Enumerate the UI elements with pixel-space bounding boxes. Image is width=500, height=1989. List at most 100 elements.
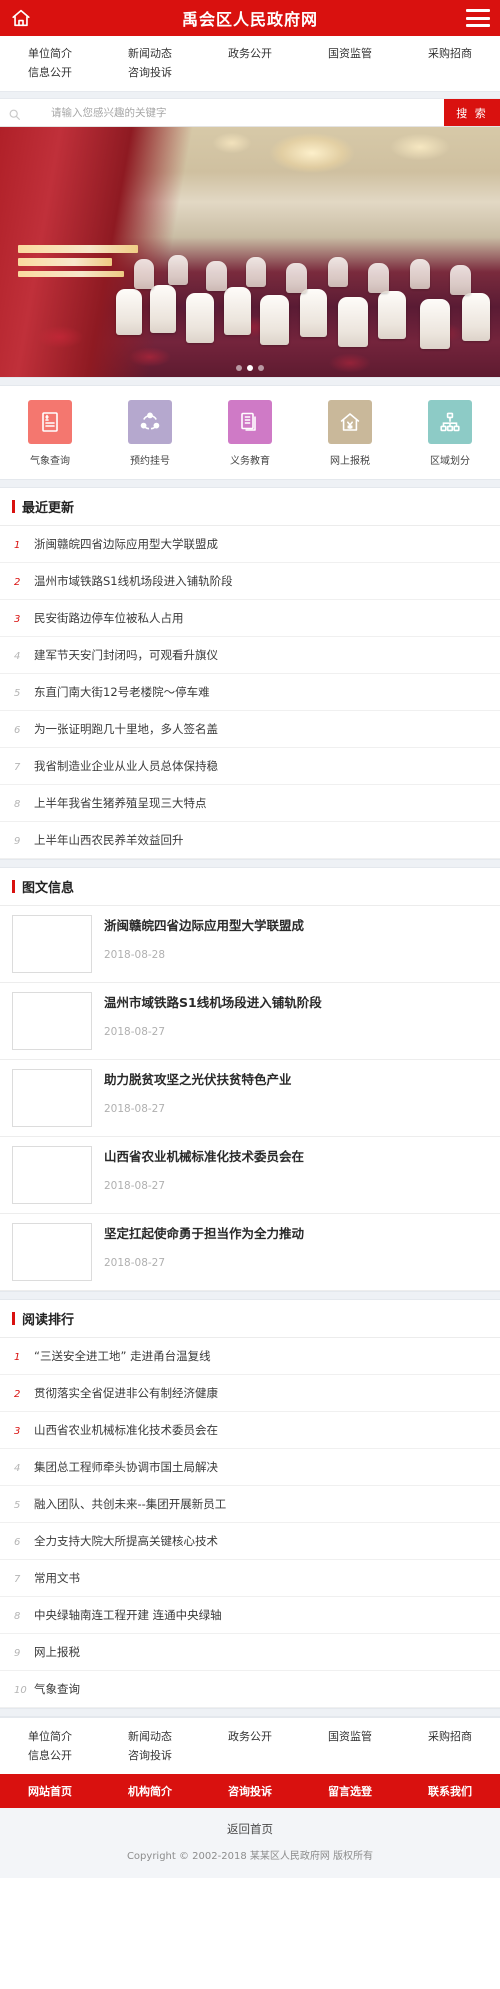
list-item[interactable]: 6 全力支持大院大所提高关键核心技术 <box>0 1523 500 1560</box>
list-item[interactable]: 浙闽赣皖四省边际应用型大学联盟成 2018-08-28 <box>0 906 500 983</box>
item-title: 气象查询 <box>34 1682 80 1696</box>
list-item[interactable]: 山西省农业机械标准化技术委员会在 2018-08-27 <box>0 1137 500 1214</box>
quicklink-label: 区域划分 <box>430 456 470 467</box>
item-title: 为一张证明跑几十里地，多人签名盖 <box>34 722 218 736</box>
section-separator <box>0 1708 500 1717</box>
quick-links-grid: 气象查询 预约挂号 义务教育 网上报税 区域划分 <box>0 386 500 479</box>
item-title: 我省制造业企业从业人员总体保持稳 <box>34 759 218 773</box>
weather-report-icon <box>28 400 72 444</box>
list-item[interactable]: 3 民安街路边停车位被私人占用 <box>0 600 500 637</box>
list-item[interactable]: 1 浙闽赣皖四省边际应用型大学联盟成 <box>0 526 500 563</box>
list-item[interactable]: 7 我省制造业企业从业人员总体保持稳 <box>0 748 500 785</box>
quicklink-label: 义务教育 <box>230 456 270 467</box>
footer-link-org-intro[interactable]: 机构简介 <box>100 1783 200 1799</box>
item-title: 融入团队、共创未来--集团开展新员工 <box>34 1497 227 1511</box>
footer-nav-item-guozijianguan[interactable]: 国资监管 <box>300 1727 400 1746</box>
item-rank: 6 <box>14 1537 21 1548</box>
footer-nav-item-xinxigongkai[interactable]: 信息公开 <box>0 1746 100 1765</box>
list-item[interactable]: 2 贯彻落实全省促进非公有制经济健康 <box>0 1375 500 1412</box>
list-item[interactable]: 2 温州市域铁路S1线机场段进入铺轨阶段 <box>0 563 500 600</box>
carousel-dot[interactable] <box>258 365 264 371</box>
section-separator <box>0 479 500 488</box>
nav-item-danweijianjie[interactable]: 单位简介 <box>0 44 100 63</box>
site-header: 禹会区人民政府网 <box>0 0 500 36</box>
list-item[interactable]: 4 建军节天安门封闭吗，可观看升旗仪 <box>0 637 500 674</box>
nav-item-zixuntousu[interactable]: 咨询投诉 <box>100 63 200 82</box>
list-item[interactable]: 温州市域铁路S1线机场段进入铺轨阶段 2018-08-27 <box>0 983 500 1060</box>
reading-rank-list: 1 “三送安全进工地” 走进甬台温复线 2 贯彻落实全省促进非公有制经济健康 3… <box>0 1338 500 1708</box>
search-input[interactable] <box>21 106 444 119</box>
section-title: 阅读排行 <box>22 1313 75 1328</box>
list-item[interactable]: 6 为一张证明跑几十里地，多人签名盖 <box>0 711 500 748</box>
nav-item-zhengwugongkai[interactable]: 政务公开 <box>200 44 300 63</box>
item-rank: 2 <box>14 1389 21 1400</box>
item-rank: 4 <box>14 651 21 662</box>
quicklink-weather-query[interactable]: 气象查询 <box>0 400 100 467</box>
item-date: 2018-08-27 <box>104 1257 166 1269</box>
footer-nav-item-zhengwugongkai[interactable]: 政务公开 <box>200 1727 300 1746</box>
section-accent-bar <box>12 500 15 513</box>
nav-item-xinwendongtai[interactable]: 新闻动态 <box>100 44 200 63</box>
item-rank: 7 <box>14 1574 21 1585</box>
section-accent-bar <box>12 880 15 893</box>
hamburger-menu-icon[interactable] <box>466 9 490 27</box>
search-button[interactable]: 搜 索 <box>444 99 500 126</box>
list-item[interactable]: 4 集团总工程师牵头协调市国土局解决 <box>0 1449 500 1486</box>
footer-link-message-board[interactable]: 留言选登 <box>300 1783 400 1799</box>
list-item[interactable]: 7 常用文书 <box>0 1560 500 1597</box>
footer-nav-item-xinwendongtai[interactable]: 新闻动态 <box>100 1727 200 1746</box>
item-rank: 4 <box>14 1463 21 1474</box>
footer-nav-item-danweijianjie[interactable]: 单位简介 <box>0 1727 100 1746</box>
quicklink-appointment-registration[interactable]: 预约挂号 <box>100 400 200 467</box>
list-item[interactable]: 坚定扛起使命勇于担当作为全力推动 2018-08-27 <box>0 1214 500 1291</box>
item-title: 建军节天安门封闭吗，可观看升旗仪 <box>34 648 218 662</box>
quicklink-region-division[interactable]: 区域划分 <box>400 400 500 467</box>
list-item[interactable]: 5 东直门南大街12号老楼院～停车难 <box>0 674 500 711</box>
quicklink-compulsory-education[interactable]: 义务教育 <box>200 400 300 467</box>
carousel-dot-active[interactable] <box>247 365 253 371</box>
item-title: 上半年我省生猪养殖呈现三大特点 <box>34 796 207 810</box>
nav-item-guozijianguan[interactable]: 国资监管 <box>300 44 400 63</box>
nav-divider <box>0 91 500 99</box>
item-title: 全力支持大院大所提高关键核心技术 <box>34 1534 218 1548</box>
item-title: 助力脱贫攻坚之光伏扶贫特色产业 <box>104 1072 292 1087</box>
list-item[interactable]: 10 气象查询 <box>0 1671 500 1708</box>
home-icon[interactable] <box>10 7 32 29</box>
footer-link-home[interactable]: 网站首页 <box>0 1783 100 1799</box>
section-accent-bar <box>12 1312 15 1325</box>
item-title: 山西省农业机械标准化技术委员会在 <box>34 1423 218 1437</box>
copyright-text: Copyright © 2002-2018 某某区人民政府网 版权所有 <box>126 1851 374 1862</box>
quicklink-online-tax[interactable]: 网上报税 <box>300 400 400 467</box>
back-to-home-link[interactable]: 返回首页 <box>0 1821 500 1837</box>
list-item[interactable]: 3 山西省农业机械标准化技术委员会在 <box>0 1412 500 1449</box>
list-item[interactable]: 8 中央绿轴南连工程开建 连通中央绿轴 <box>0 1597 500 1634</box>
item-rank: 9 <box>14 1648 21 1659</box>
list-item[interactable]: 9 网上报税 <box>0 1634 500 1671</box>
list-item[interactable]: 5 融入团队、共创未来--集团开展新员工 <box>0 1486 500 1523</box>
item-title: 温州市域铁路S1线机场段进入铺轨阶段 <box>104 995 322 1010</box>
footer-red-bar: 网站首页 机构简介 咨询投诉 留言选登 联系我们 <box>0 1774 500 1808</box>
list-item[interactable]: 1 “三送安全进工地” 走进甬台温复线 <box>0 1338 500 1375</box>
item-title: 山西省农业机械标准化技术委员会在 <box>104 1149 305 1164</box>
list-item[interactable]: 9 上半年山西农民养羊效益回升 <box>0 822 500 859</box>
news-thumbnail <box>12 992 92 1050</box>
quicklink-label: 预约挂号 <box>130 456 170 467</box>
item-rank: 8 <box>14 1611 21 1622</box>
list-item[interactable]: 助力脱贫攻坚之光伏扶贫特色产业 2018-08-27 <box>0 1060 500 1137</box>
footer-link-contact-us[interactable]: 联系我们 <box>400 1783 500 1799</box>
nav-item-caigouzhaoshang[interactable]: 采购招商 <box>400 44 500 63</box>
news-thumbnail <box>12 1069 92 1127</box>
footer-nav: 单位简介 新闻动态 政务公开 国资监管 采购招商 信息公开 咨询投诉 <box>0 1717 500 1774</box>
footer-nav-item-zixuntousu[interactable]: 咨询投诉 <box>100 1746 200 1765</box>
item-rank: 10 <box>14 1685 27 1696</box>
banner-carousel[interactable] <box>0 127 500 377</box>
carousel-dot[interactable] <box>236 365 242 371</box>
nav-item-xinxigongkai[interactable]: 信息公开 <box>0 63 100 82</box>
footer-link-consult-complaint[interactable]: 咨询投诉 <box>200 1783 300 1799</box>
item-rank: 3 <box>14 614 21 625</box>
item-date: 2018-08-28 <box>104 949 166 961</box>
list-item[interactable]: 8 上半年我省生猪养殖呈现三大特点 <box>0 785 500 822</box>
reading-rank-header: 阅读排行 <box>0 1300 500 1338</box>
carousel-indicators[interactable] <box>0 365 500 371</box>
footer-nav-item-caigouzhaoshang[interactable]: 采购招商 <box>400 1727 500 1746</box>
